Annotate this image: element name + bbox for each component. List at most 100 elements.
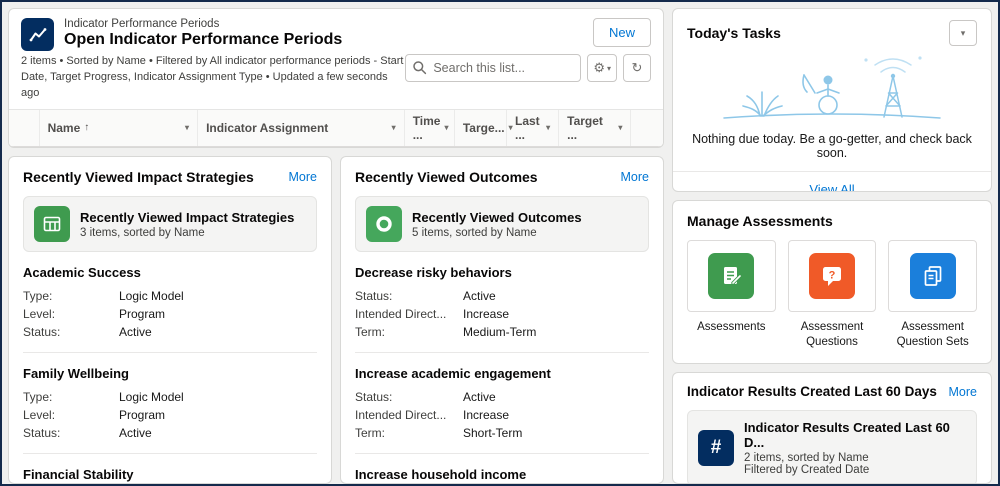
column-header-target[interactable]: Targe... ▾ (453, 108, 513, 147)
field-value: Active (119, 426, 152, 440)
list-summary-title: Recently Viewed Outcomes (412, 209, 582, 225)
column-header-target-status[interactable]: Target ... ▾ (558, 108, 631, 147)
field-label: Status: (23, 426, 61, 440)
field-value: Short-Term (463, 426, 523, 440)
column-label: Name (47, 120, 81, 135)
list-item: Family Wellbeing Type: Logic Model Level:… (23, 353, 317, 454)
list-settings-button[interactable]: ⚙ ▾ (587, 54, 617, 82)
row-number: 1 (9, 146, 40, 147)
column-label: Last ... (514, 113, 540, 142)
target-status-value: At Risk (558, 146, 631, 147)
field-label: Intended Direct... (355, 307, 447, 321)
record-name[interactable]: Increase academic engagement (355, 366, 649, 381)
list-search (405, 54, 582, 82)
assessments-tile[interactable]: Assessments (687, 240, 776, 350)
table-row: 1 FY23 % stable job Increase income / % … (9, 146, 663, 147)
assessment-question-sets-icon (909, 253, 956, 299)
column-label: Target ... (567, 113, 603, 142)
field-value: Logic Model (119, 390, 184, 404)
list-controls: ⚙ ▾ ↻ (405, 54, 651, 102)
svg-text:?: ? (829, 270, 836, 282)
row-number-column-header (9, 108, 40, 147)
tasks-menu-button[interactable]: ▾ (949, 20, 977, 46)
empty-state-message: Nothing due today. Be a go-getter, and c… (692, 132, 972, 160)
list-item: Academic Success Type: Logic Model Level:… (23, 252, 317, 353)
field-label: Type: (23, 289, 53, 303)
chevron-down-icon: ▾ (546, 123, 551, 133)
new-button[interactable]: New (592, 18, 651, 47)
more-link[interactable]: More (621, 170, 649, 184)
record-name[interactable]: Decrease risky behaviors (355, 265, 649, 280)
field-label: Level: (23, 307, 56, 321)
page-title: Open Indicator Performance Periods (64, 31, 343, 48)
more-link[interactable]: More (289, 170, 317, 184)
search-input[interactable] (405, 54, 582, 82)
panel-title: Indicator Results Created Last 60 Days (687, 384, 937, 399)
hash-glyph: # (710, 437, 722, 458)
field-label: Type: (23, 390, 53, 404)
list-summary-subtitle: 3 items, sorted by Name (80, 226, 205, 239)
column-header-indicator-assignment[interactable]: Indicator Assignment ▾ (197, 108, 405, 147)
chevron-down-icon: ▾ (960, 27, 966, 38)
assessment-questions-tile[interactable]: ? Assessment Questions (787, 240, 877, 350)
field-label: Status: (355, 289, 393, 303)
last-value: 63.00 (506, 146, 559, 147)
list-item: Increase academic engagement Status: Acti… (355, 353, 649, 454)
field-value: Active (119, 325, 152, 339)
field-value: Program (119, 408, 166, 422)
chevron-down-icon: ▾ (444, 123, 449, 133)
list-summary-title: Recently Viewed Impact Strategies (80, 209, 295, 225)
target-value: 80.00 (454, 146, 507, 147)
field-value: Medium-Term (463, 325, 537, 339)
gear-icon: ⚙ (593, 60, 605, 75)
list-summary-header[interactable]: # Indicator Results Created Last 60 D...… (687, 410, 977, 483)
column-header-last[interactable]: Last ... ▾ (505, 108, 559, 147)
record-name[interactable]: Increase household income (355, 467, 649, 482)
column-header-name[interactable]: Name ↑ ▾ (38, 108, 198, 147)
chevron-down-icon: ▾ (391, 123, 396, 133)
row-actions-column-header (630, 108, 663, 147)
field-value: Program (119, 307, 166, 321)
panel-title: Recently Viewed Impact Strategies (23, 169, 254, 185)
list-item: Decrease risky behaviors Status: Active I… (355, 252, 649, 353)
assessment-questions-icon: ? (809, 253, 855, 299)
field-value: Increase (463, 307, 510, 321)
assessment-question-sets-tile[interactable]: Assessment Question Sets (888, 240, 978, 350)
more-link[interactable]: More (949, 385, 977, 399)
field-label: Term: (355, 325, 385, 339)
outcomes-panel: Recently Viewed Outcomes More Recently V… (340, 156, 664, 484)
todays-tasks-panel: Today's Tasks ▾ Nothing due today. Be a … (672, 8, 992, 192)
field-label: Status: (355, 390, 393, 404)
tile-label: Assessment Questions (800, 321, 864, 348)
assessments-icon (708, 253, 755, 299)
column-header-time-period[interactable]: Time ... ▾ (403, 108, 455, 147)
entity-label: Indicator Performance Periods (64, 18, 220, 30)
outcome-icon (366, 206, 402, 242)
list-summary-header[interactable]: Recently Viewed Impact Strategies 3 item… (23, 196, 317, 252)
list-summary-filter: Filtered by Created Date (744, 464, 870, 476)
list-view-header: Indicator Performance Periods Open Indic… (21, 18, 651, 51)
field-value: Increase (463, 408, 510, 422)
impact-strategies-panel: Recently Viewed Impact Strategies More R… (8, 156, 332, 484)
record-name[interactable]: Family Wellbeing (23, 366, 317, 381)
list-view-panel: Indicator Performance Periods Open Indic… (8, 8, 664, 148)
refresh-button[interactable]: ↻ (623, 54, 651, 82)
list-view-titles: Indicator Performance Periods Open Indic… (64, 18, 342, 49)
field-label: Status: (23, 325, 61, 339)
indicator-result-icon: # (698, 430, 734, 466)
left-column: Indicator Performance Periods Open Indic… (8, 8, 664, 484)
list-meta-text: 2 items • Sorted by Name • Filtered by A… (21, 55, 404, 99)
list-view-subheader: 2 items • Sorted by Name • Filtered by A… (21, 54, 651, 102)
refresh-icon: ↻ (631, 60, 643, 75)
column-label: Targe... (462, 120, 505, 135)
indicator-results-panel: Indicator Results Created Last 60 Days M… (672, 372, 992, 484)
performance-periods-table: Name ↑ ▾ Indicator Assignment ▾ Time ...… (9, 108, 663, 147)
manage-assessments-panel: Manage Assessments Assessments ? Assessm… (672, 200, 992, 364)
search-icon (412, 60, 427, 80)
app-window: Indicator Performance Periods Open Indic… (0, 0, 1000, 486)
view-all-link[interactable]: View All (809, 182, 854, 191)
record-name[interactable]: Financial Stability (23, 467, 317, 482)
record-name[interactable]: Academic Success (23, 265, 317, 280)
list-summary-header[interactable]: Recently Viewed Outcomes 5 items, sorted… (355, 196, 649, 252)
field-value: Active (463, 289, 496, 303)
